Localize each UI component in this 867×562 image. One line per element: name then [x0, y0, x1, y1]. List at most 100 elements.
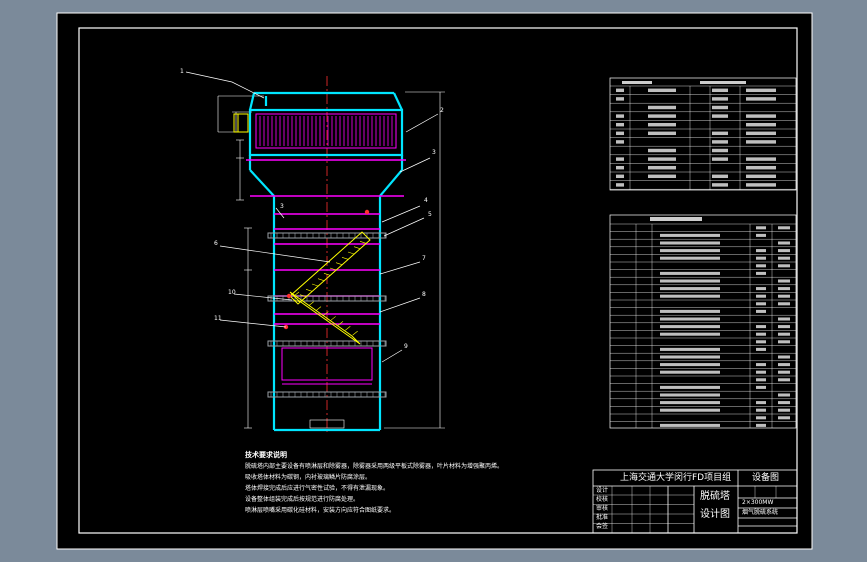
text-fill [746, 174, 776, 179]
leader-label: 4 [424, 197, 428, 204]
text-fill [660, 332, 720, 336]
text-fill [756, 249, 766, 253]
text-fill [660, 241, 720, 245]
text-fill [778, 241, 790, 245]
title-part-2: 烟气脱硫系统 [742, 509, 779, 516]
leader-label: 8 [422, 291, 426, 298]
text-fill [756, 340, 766, 344]
leader-label: 7 [422, 255, 426, 262]
text-fill [756, 401, 766, 405]
text-fill [616, 122, 624, 127]
text-fill [746, 157, 776, 161]
note-line: 吸收塔体材料为碳钢，内衬玻璃鳞片防腐涂层。 [245, 474, 372, 481]
text-fill [660, 363, 720, 367]
text-fill [778, 340, 790, 344]
text-fill [712, 183, 728, 187]
text-fill [778, 332, 790, 336]
text-fill [778, 264, 790, 268]
leader-label: 11 [214, 315, 222, 322]
text-fill [616, 131, 624, 136]
text-fill [756, 325, 766, 329]
note-line: 设备整体组装完成后按规范进行防腐处理。 [245, 496, 360, 503]
text-fill [756, 370, 766, 374]
text-fill [616, 97, 624, 101]
text-fill [756, 408, 766, 412]
text-fill [756, 423, 766, 427]
text-fill [778, 249, 790, 253]
role-label: 审核 [596, 505, 609, 512]
text-fill [660, 279, 720, 283]
text-fill [660, 385, 720, 389]
role-label: 校核 [596, 496, 609, 503]
title-school: 上海交通大学闵行FD项目组 [620, 473, 732, 483]
leader-label: 2 [440, 107, 444, 114]
text-fill [622, 81, 652, 84]
title-drawing-type: 设备图 [752, 473, 780, 483]
text-fill [660, 423, 720, 427]
text-fill [648, 88, 676, 93]
text-fill [648, 122, 676, 127]
text-fill [778, 294, 790, 298]
text-fill [648, 174, 676, 179]
title-part-1: 2×300MW [742, 499, 774, 506]
leader-label: 3 [280, 203, 284, 210]
leader-label: 10 [228, 289, 236, 296]
text-fill [660, 271, 720, 275]
text-fill [778, 363, 790, 367]
text-fill [746, 165, 776, 170]
text-fill [660, 309, 720, 313]
text-fill [648, 148, 676, 153]
text-fill [712, 148, 728, 153]
text-fill [778, 401, 790, 405]
text-fill [648, 157, 676, 161]
text-fill [660, 347, 720, 351]
text-fill [660, 233, 720, 237]
text-fill [756, 332, 766, 336]
text-fill [712, 105, 728, 110]
text-fill [616, 88, 624, 93]
text-fill [648, 131, 676, 136]
text-fill [648, 114, 676, 118]
text-fill [756, 309, 766, 313]
cad-drawing-canvas [0, 0, 867, 562]
leader-label: 1 [180, 68, 184, 75]
text-fill [616, 140, 624, 144]
text-fill [756, 226, 766, 230]
role-label: 设计 [596, 487, 609, 494]
text-fill [660, 355, 720, 359]
text-fill [778, 325, 790, 329]
text-fill [712, 174, 728, 179]
text-fill [746, 122, 776, 127]
note-line: 喷淋层喷嘴采用碳化硅材料，安装方向应符合图纸要求。 [245, 507, 396, 514]
text-fill [778, 408, 790, 412]
text-fill [660, 370, 720, 374]
text-fill [660, 393, 720, 397]
text-fill [746, 97, 776, 101]
text-fill [756, 363, 766, 367]
text-fill [660, 287, 720, 291]
text-fill [778, 302, 790, 306]
text-fill [756, 385, 766, 389]
note-line: 脱硫塔内部主要设备有喷淋层和除雾器，除雾器采用两级平板式除雾器，叶片材料为增强聚… [245, 463, 504, 470]
text-fill [616, 157, 624, 161]
text-fill [756, 347, 766, 351]
text-fill [712, 140, 728, 144]
text-fill [616, 165, 624, 170]
text-fill [660, 317, 720, 321]
text-fill [616, 174, 624, 179]
text-fill [756, 271, 766, 275]
text-fill [778, 287, 790, 291]
text-fill [778, 393, 790, 397]
role-label: 会签 [596, 523, 609, 530]
leader-label: 9 [404, 343, 408, 350]
text-fill [660, 325, 720, 329]
text-fill [660, 408, 720, 412]
note-line: 塔体焊接完成后应进行气密性试验，不得有泄漏现象。 [245, 485, 390, 492]
text-fill [756, 256, 766, 260]
text-fill [660, 401, 720, 405]
text-fill [778, 256, 790, 260]
text-fill [756, 416, 766, 420]
text-fill [650, 217, 702, 221]
text-fill [778, 416, 790, 420]
text-fill [746, 183, 776, 187]
